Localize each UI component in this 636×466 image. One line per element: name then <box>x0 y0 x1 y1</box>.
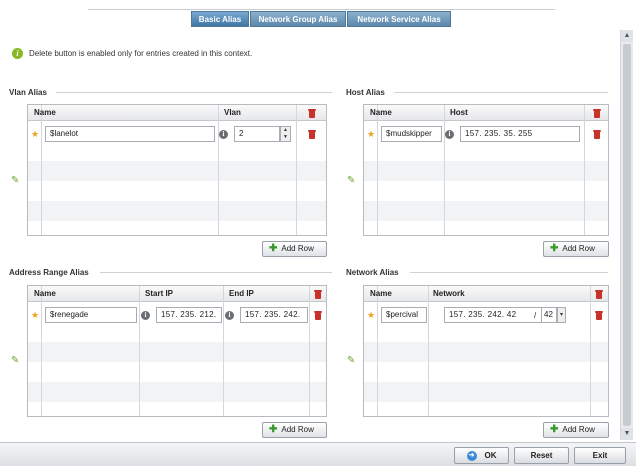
delete-row-icon[interactable] <box>314 311 322 320</box>
reset-button[interactable]: Reset <box>514 447 569 464</box>
delete-all-icon[interactable] <box>593 109 601 118</box>
tab-basic-alias[interactable]: Basic Alias <box>191 11 249 27</box>
vlan-alias-grid: Name Vlan ★ $lanelot i 2 ▲ ▼ <box>27 104 327 236</box>
tab-network-group-alias[interactable]: Network Group Alias <box>250 11 346 27</box>
vlan-id-input[interactable]: 2 <box>234 126 280 142</box>
ok-arrow-icon: ➜ <box>466 450 477 461</box>
network-add-row-button[interactable]: ✚ Add Row <box>543 422 609 438</box>
edit-pencil-icon: ✎ <box>347 175 356 186</box>
prefix-dropdown[interactable]: ▾ <box>557 307 566 323</box>
delete-row-icon[interactable] <box>308 130 316 139</box>
column-header-start-ip[interactable]: Start IP <box>145 289 173 298</box>
vlan-name-input[interactable]: $lanelot <box>45 126 215 142</box>
vlan-alias-divider <box>56 92 332 93</box>
tab-network-service-alias[interactable]: Network Service Alias <box>347 11 451 27</box>
footer-bar: ➜ OK Reset Exit <box>0 442 636 466</box>
host-ip-input[interactable]: 157. 235. 35. 255 <box>460 126 580 142</box>
host-alias-grid: Name Host ★ $mudskipper i 157. 235. 35. … <box>363 104 609 236</box>
column-header-host[interactable]: Host <box>450 108 468 117</box>
info-small-icon: i <box>219 130 228 139</box>
vertical-scrollbar[interactable]: ▲ ▼ <box>620 30 633 440</box>
info-icon: i <box>12 48 23 59</box>
vlan-add-row-button[interactable]: ✚ Add Row <box>262 241 327 257</box>
address-range-alias-divider <box>100 272 332 273</box>
edit-pencil-icon: ✎ <box>11 175 20 186</box>
delete-all-icon[interactable] <box>595 290 603 299</box>
required-star-icon: ★ <box>367 129 376 139</box>
info-small-icon: i <box>445 130 454 139</box>
network-alias-title: Network Alias <box>346 268 399 277</box>
address-range-add-row-button[interactable]: ✚ Add Row <box>262 422 327 438</box>
edit-pencil-icon: ✎ <box>347 355 356 366</box>
delete-row-icon[interactable] <box>595 311 603 320</box>
address-range-alias-grid: Name Start IP End IP ★ $renegade i 157. … <box>27 285 327 417</box>
network-alias-divider <box>410 272 608 273</box>
tab-bar-line <box>88 9 555 10</box>
scroll-thumb[interactable] <box>623 44 631 426</box>
end-ip-input[interactable]: 157. 235. 242. <box>240 307 308 323</box>
column-header-vlan[interactable]: Vlan <box>224 108 241 117</box>
range-name-input[interactable]: $renegade <box>45 307 137 323</box>
required-star-icon: ★ <box>367 310 376 320</box>
scroll-down-icon[interactable]: ▼ <box>621 428 633 440</box>
address-range-alias-title: Address Range Alias <box>9 268 89 277</box>
host-alias-divider <box>394 92 608 93</box>
prefix-separator: / <box>534 311 537 320</box>
column-header-name[interactable]: Name <box>370 289 392 298</box>
info-message: Delete button is enabled only for entrie… <box>29 49 253 58</box>
column-header-network[interactable]: Network <box>433 289 465 298</box>
ok-button[interactable]: ➜ OK <box>454 447 509 464</box>
column-header-name[interactable]: Name <box>34 289 56 298</box>
delete-all-icon[interactable] <box>308 109 316 118</box>
edit-pencil-icon: ✎ <box>11 355 20 366</box>
vlan-alias-title: Vlan Alias <box>9 88 47 97</box>
required-star-icon: ★ <box>31 129 40 139</box>
network-alias-grid: Name Network ★ $percival 157. 235. 242. … <box>363 285 609 417</box>
info-small-icon: i <box>225 311 234 320</box>
column-header-end-ip[interactable]: End IP <box>229 289 254 298</box>
exit-button[interactable]: Exit <box>574 447 626 464</box>
delete-row-icon[interactable] <box>593 130 601 139</box>
column-header-name[interactable]: Name <box>34 108 56 117</box>
required-star-icon: ★ <box>31 310 40 320</box>
column-header-name[interactable]: Name <box>370 108 392 117</box>
network-name-input[interactable]: $percival <box>381 307 427 323</box>
host-alias-title: Host Alias <box>346 88 385 97</box>
scroll-up-icon[interactable]: ▲ <box>621 30 633 42</box>
prefix-input[interactable]: 42 <box>541 307 557 323</box>
start-ip-input[interactable]: 157. 235. 212. <box>156 307 222 323</box>
vlan-spinner[interactable]: ▲ ▼ <box>280 126 291 142</box>
grid-header <box>28 105 326 121</box>
network-ip-input[interactable]: 157. 235. 242. 42 <box>444 307 556 323</box>
host-name-input[interactable]: $mudskipper <box>381 126 442 142</box>
delete-all-icon[interactable] <box>314 290 322 299</box>
info-small-icon: i <box>141 311 150 320</box>
host-add-row-button[interactable]: ✚ Add Row <box>543 241 609 257</box>
